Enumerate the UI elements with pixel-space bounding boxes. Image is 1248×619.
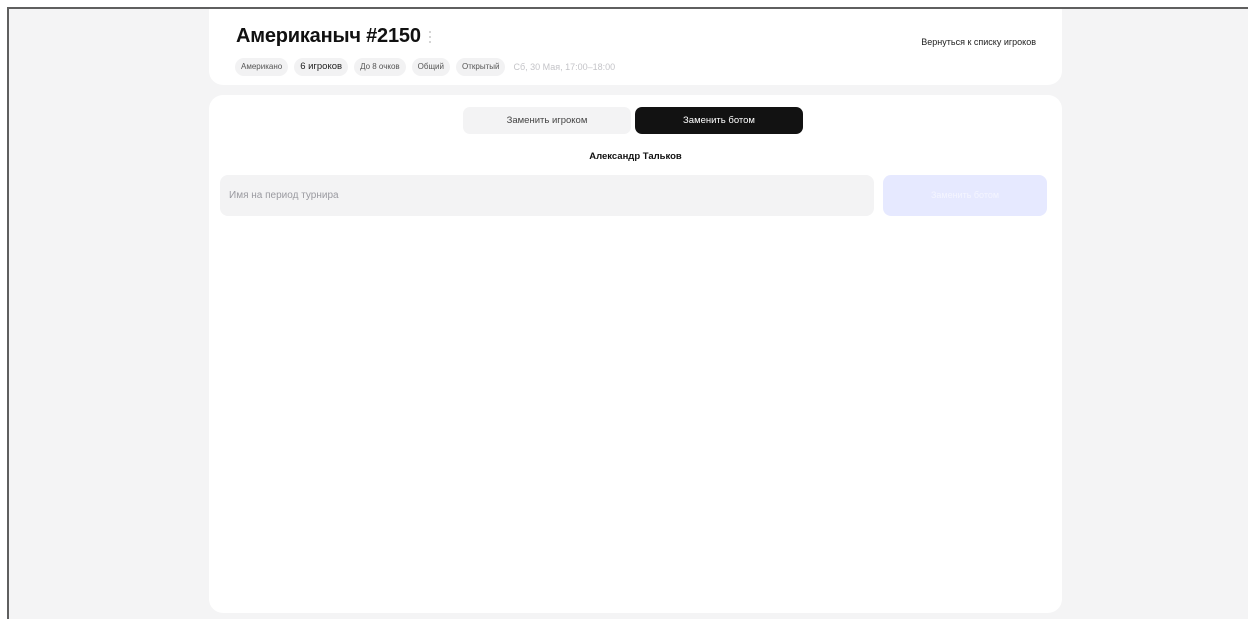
- game-header-card: Американыч #2150 Американо 6 игроков До …: [209, 9, 1062, 85]
- game-datetime: Сб, 30 Мая, 17:00–18:00: [513, 62, 616, 72]
- tag-access: Открытый: [455, 58, 506, 76]
- tag-type: Общий: [411, 58, 450, 76]
- app-viewport: Американыч #2150 Американо 6 игроков До …: [7, 7, 1248, 619]
- tag-points: До 8 очков: [354, 58, 406, 76]
- title-row: Американыч #2150: [236, 25, 433, 48]
- replaced-player-name: Александр Тальков: [589, 151, 682, 162]
- back-to-players-link[interactable]: Вернуться к списку игроков: [921, 37, 1036, 47]
- tab-replace-with-player[interactable]: Заменить игроком: [463, 107, 631, 134]
- tab-replace-with-bot[interactable]: Заменить ботом: [635, 107, 803, 134]
- replace-with-bot-button[interactable]: Заменить ботом: [883, 175, 1047, 216]
- game-title: Американыч #2150: [236, 25, 421, 47]
- bot-name-input[interactable]: [220, 175, 874, 216]
- more-options-icon[interactable]: [427, 30, 433, 44]
- replace-player-card: Заменить игроком Заменить ботом Александ…: [209, 95, 1062, 613]
- tag-format: Американо: [235, 58, 289, 76]
- game-tags: Американо 6 игроков До 8 очков Общий Отк…: [235, 58, 615, 76]
- tag-players: 6 игроков: [294, 58, 349, 76]
